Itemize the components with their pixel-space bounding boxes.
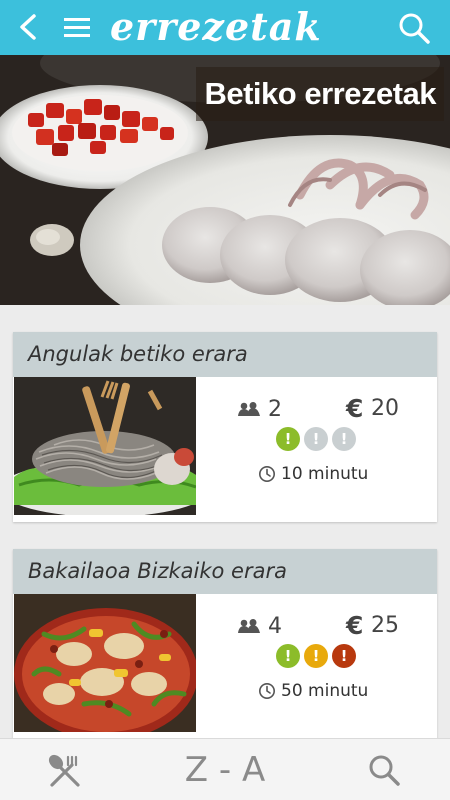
top-app-bar: errezetak xyxy=(0,0,450,55)
chevron-left-icon xyxy=(20,14,36,40)
bottom-nav: Z - A xyxy=(0,738,450,800)
difficulty-dot-icon: ! xyxy=(304,427,328,451)
search-icon xyxy=(399,13,430,44)
hero-title: Betiko errezetak xyxy=(196,67,444,121)
prep-time: 10 minutu xyxy=(258,462,398,486)
euro-icon: € xyxy=(346,394,364,423)
servings-count: 4 xyxy=(268,614,282,639)
difficulty-dot-icon: ! xyxy=(276,427,300,451)
recipe-title: Bakailaoa Bizkaiko erara xyxy=(28,559,287,583)
difficulty-indicator: ! ! ! xyxy=(276,427,360,451)
clock-icon xyxy=(259,683,275,699)
hero-banner: Betiko errezetak xyxy=(0,55,450,305)
menu-button[interactable] xyxy=(60,12,96,44)
difficulty-dot-icon: ! xyxy=(304,644,328,668)
prep-time-text: 50 minutu xyxy=(281,681,369,701)
euro-icon: € xyxy=(346,611,364,640)
servings: 4 xyxy=(238,613,328,641)
difficulty-indicator: ! ! ! xyxy=(276,644,360,668)
difficulty-dot-icon: ! xyxy=(332,644,356,668)
clock-icon xyxy=(259,466,275,482)
search-tab[interactable] xyxy=(366,752,404,790)
price: € 20 xyxy=(346,394,436,424)
people-icon xyxy=(238,619,260,633)
difficulty-dot-icon: ! xyxy=(332,427,356,451)
recipe-card-header: Bakailaoa Bizkaiko erara xyxy=(13,549,437,594)
recipe-card-header: Angulak betiko erara xyxy=(13,332,437,377)
recipes-tab[interactable] xyxy=(46,753,84,789)
recipe-title: Angulak betiko erara xyxy=(28,342,248,366)
difficulty-dot-icon: ! xyxy=(276,644,300,668)
recipe-image[interactable] xyxy=(14,594,196,732)
servings: 2 xyxy=(238,396,328,424)
people-icon xyxy=(238,402,260,416)
recipe-card[interactable]: Bakailaoa Bizkaiko erara 4 € 25 ! ! ! 50… xyxy=(13,549,437,739)
search-button[interactable] xyxy=(394,8,434,48)
hamburger-icon xyxy=(64,18,90,37)
fork-spoon-icon xyxy=(48,754,80,787)
recipe-photo-eels xyxy=(14,377,196,515)
price-value: 25 xyxy=(371,613,399,638)
prep-time-text: 10 minutu xyxy=(281,464,369,484)
price: € 25 xyxy=(346,611,436,641)
price-value: 20 xyxy=(371,396,399,421)
recipe-photo-cod xyxy=(14,594,196,732)
az-sort-tab[interactable]: Z - A xyxy=(175,747,275,793)
back-button[interactable] xyxy=(10,8,46,46)
prep-time: 50 minutu xyxy=(258,679,398,703)
recipe-image[interactable] xyxy=(14,377,196,515)
app-logo: errezetak xyxy=(110,4,322,49)
search-icon xyxy=(369,755,400,786)
recipe-card[interactable]: Angulak betiko erara 2 € 20 ! ! ! 10 min… xyxy=(13,332,437,522)
servings-count: 2 xyxy=(268,397,282,422)
